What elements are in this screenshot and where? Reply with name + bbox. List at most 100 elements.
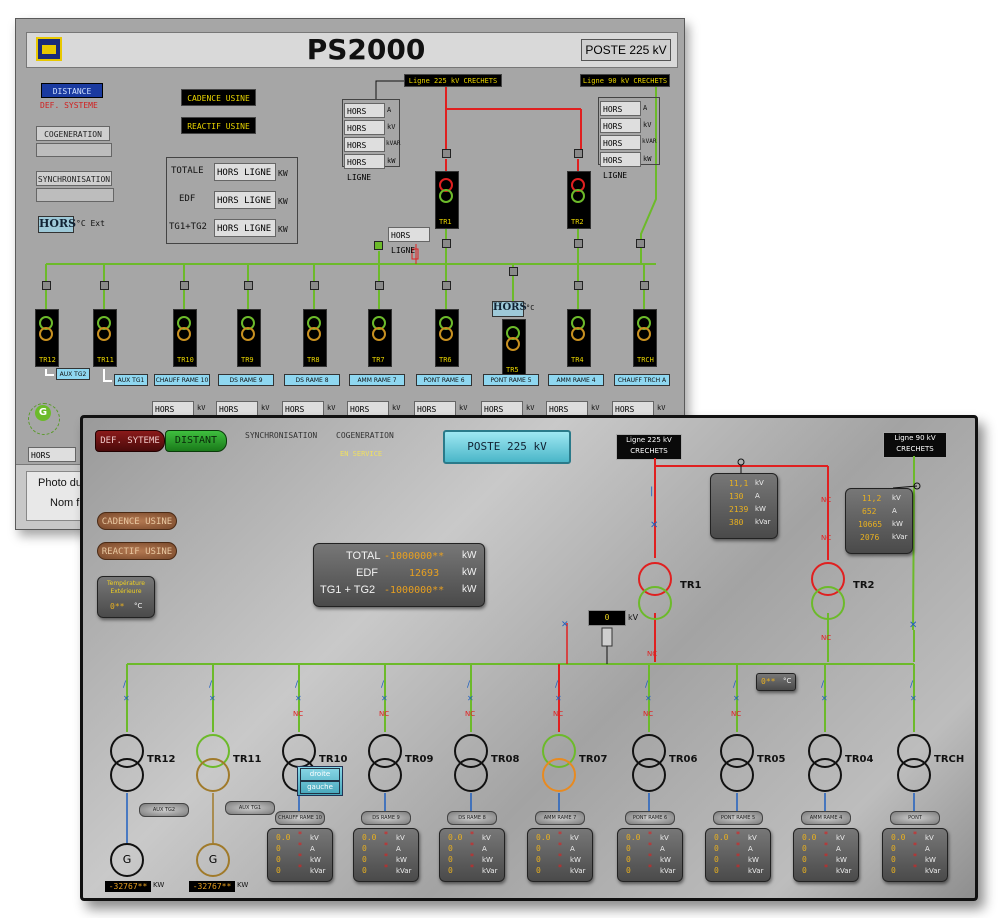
feeder-pill-tr04[interactable]: AMM RAME 4 — [801, 811, 851, 825]
feeder-pill-tr11[interactable]: AUX TG1 — [225, 801, 275, 815]
breaker-225-icon[interactable]: ✕ — [650, 520, 658, 531]
legacy-transformer-tr9[interactable]: TR9 — [237, 309, 261, 367]
transformer-tr05[interactable] — [720, 734, 754, 792]
isolator-225-icon[interactable]: | — [650, 486, 653, 497]
transformer-tr08[interactable] — [454, 734, 488, 792]
legacy-breaker-tr8[interactable] — [310, 281, 319, 290]
disconnector-tr07-icon[interactable]: / — [555, 680, 558, 690]
legacy-feeder-unit-tr8: kV — [327, 404, 336, 412]
legacy-transformer-tr2[interactable]: TR2 — [567, 171, 591, 229]
transformer-tr11[interactable] — [196, 734, 230, 792]
legacy-breaker-tr12[interactable] — [42, 281, 51, 290]
legacy-breaker-90kv[interactable] — [636, 239, 645, 248]
legacy-breaker-tr4[interactable] — [574, 281, 583, 290]
breaker-tr07-icon[interactable]: ✕ — [555, 694, 562, 703]
legacy-transformer-tr12[interactable]: TR12 — [35, 309, 59, 367]
legacy-transformer-tr7[interactable]: TR7 — [368, 309, 392, 367]
transformer-tr1[interactable] — [638, 562, 672, 620]
legacy-breaker-tr9[interactable] — [244, 281, 253, 290]
breaker-tr11-icon[interactable]: ✕ — [209, 694, 216, 703]
transformer-trch[interactable] — [897, 734, 931, 792]
breaker-tr04-icon[interactable]: ✕ — [821, 694, 828, 703]
disconnector-tr09-icon[interactable]: / — [381, 680, 384, 690]
legacy-transformer-tr5[interactable]: TR5 — [502, 319, 526, 377]
legacy-transformer-tr4[interactable]: TR4 — [567, 309, 591, 367]
disconnector-trch-icon[interactable]: / — [910, 680, 913, 690]
feeder-pill-tr10[interactable]: CHAUFF RAME 10 — [275, 811, 325, 825]
feeder-pill-tr12[interactable]: AUX TG2 — [139, 803, 189, 817]
transformer-tr04[interactable] — [808, 734, 842, 792]
tr10-direction-selector: droite gauche — [297, 766, 343, 796]
transformer-tr06[interactable] — [632, 734, 666, 792]
legacy-breaker-tr6[interactable] — [442, 281, 451, 290]
legacy-transformer-tr6[interactable]: TR6 — [435, 309, 459, 367]
legacy-breaker-tr2-low[interactable] — [574, 239, 583, 248]
coupler-breaker-icon[interactable]: ✕ — [561, 620, 569, 630]
legacy-transformer-tr11[interactable]: TR11 — [93, 309, 117, 367]
gauche-button[interactable]: gauche — [300, 781, 340, 794]
legacy-90-a-unit: A — [643, 104, 648, 112]
disconnector-tr10-icon[interactable]: / — [295, 680, 298, 690]
feeder-pill-tr06[interactable]: PONT RAME 6 — [625, 811, 675, 825]
disconnector-tr12-icon[interactable]: / — [123, 680, 126, 690]
feeder-pill-tr08[interactable]: DS RAME 8 — [447, 811, 497, 825]
legacy-feeder-tr12[interactable]: AUX TG2 — [56, 368, 90, 380]
legacy-transformer-trch[interactable]: TRCH — [633, 309, 657, 367]
feeder-pill-tr07[interactable]: AMM RAME 7 — [535, 811, 585, 825]
legacy-feeder-tr6[interactable]: PONT RAME 6 — [416, 374, 472, 386]
legacy-transformer-tr1[interactable]: TR1 — [435, 171, 459, 229]
legacy-breaker-tr1-low[interactable] — [442, 239, 451, 248]
legacy-breaker-trch[interactable] — [640, 281, 649, 290]
legacy-feeder-trch[interactable]: CHAUFF TRCH A — [614, 374, 670, 386]
l90-kw-value: 10665 — [858, 520, 883, 529]
generator-tg1[interactable]: G — [196, 843, 230, 877]
transformer-tr09[interactable] — [368, 734, 402, 792]
legacy-feeder-tr11[interactable]: AUX TG1 — [114, 374, 148, 386]
legacy-feeder-tr4[interactable]: AMM RAME 4 — [548, 374, 604, 386]
legacy-feeder-value-tr6: HORS LIGNE — [414, 401, 456, 429]
legacy-breaker-tr7[interactable] — [375, 281, 384, 290]
legacy-feeder-tr5[interactable]: PONT RAME 5 — [483, 374, 539, 386]
legacy-breaker-tr10[interactable] — [180, 281, 189, 290]
legacy-feeder-tr7[interactable]: AMM RAME 7 — [349, 374, 405, 386]
transformer-tr07[interactable] — [542, 734, 576, 792]
legacy-breaker-coupler[interactable] — [374, 241, 383, 250]
legacy-breaker-tr11[interactable] — [100, 281, 109, 290]
legacy-breaker-tr5[interactable] — [509, 267, 518, 276]
disconnector-tr11-icon[interactable]: / — [209, 680, 212, 690]
breaker-tr06-icon[interactable]: ✕ — [645, 694, 652, 703]
transformer-tr12[interactable] — [110, 734, 144, 792]
legacy-feeder-tr9[interactable]: DS RAME 9 — [218, 374, 274, 386]
feeder-pill-tr05[interactable]: PONT RAME 5 — [713, 811, 763, 825]
breaker-tr05-icon[interactable]: ✕ — [733, 694, 740, 703]
busbar-voltage-unit: kV — [628, 613, 639, 622]
breaker-tr09-icon[interactable]: ✕ — [381, 694, 388, 703]
feeder-pill-trch[interactable]: PONT — [890, 811, 940, 825]
droite-button[interactable]: droite — [300, 768, 340, 781]
transformer-tr2[interactable] — [811, 562, 845, 620]
breaker-90-icon[interactable]: ✕ — [909, 620, 917, 631]
disconnector-tr06-icon[interactable]: / — [645, 680, 648, 690]
feeder-kw-value: 0 — [276, 855, 281, 864]
generator-tg2[interactable]: G — [110, 843, 144, 877]
disconnector-tr08-icon[interactable]: / — [467, 680, 470, 690]
legacy-breaker-tr1[interactable] — [442, 149, 451, 158]
legacy-breaker-tr2[interactable] — [574, 149, 583, 158]
legacy-feeder-tr10[interactable]: CHAUFF RAME 10 — [154, 374, 210, 386]
nc-tr10: NC — [293, 710, 304, 718]
feeder-kw-unit: kW — [396, 856, 407, 864]
label-tr06: TR06 — [669, 754, 698, 765]
label-tr08: TR08 — [491, 754, 520, 765]
feeder-pill-tr09[interactable]: DS RAME 9 — [361, 811, 411, 825]
legacy-transformer-tr10[interactable]: TR10 — [173, 309, 197, 367]
legacy-transformer-tr8[interactable]: TR8 — [303, 309, 327, 367]
feeder-status-icon: * — [913, 841, 917, 850]
disconnector-tr04-icon[interactable]: / — [821, 680, 824, 690]
disconnector-tr05-icon[interactable]: / — [733, 680, 736, 690]
breaker-tr10-icon[interactable]: ✕ — [295, 694, 302, 703]
legacy-feeder-tr8[interactable]: DS RAME 8 — [284, 374, 340, 386]
legacy-90-kw-unit: kW — [643, 155, 652, 163]
breaker-trch-icon[interactable]: ✕ — [910, 694, 917, 703]
breaker-tr08-icon[interactable]: ✕ — [467, 694, 474, 703]
breaker-tr12-icon[interactable]: ✕ — [123, 694, 130, 703]
